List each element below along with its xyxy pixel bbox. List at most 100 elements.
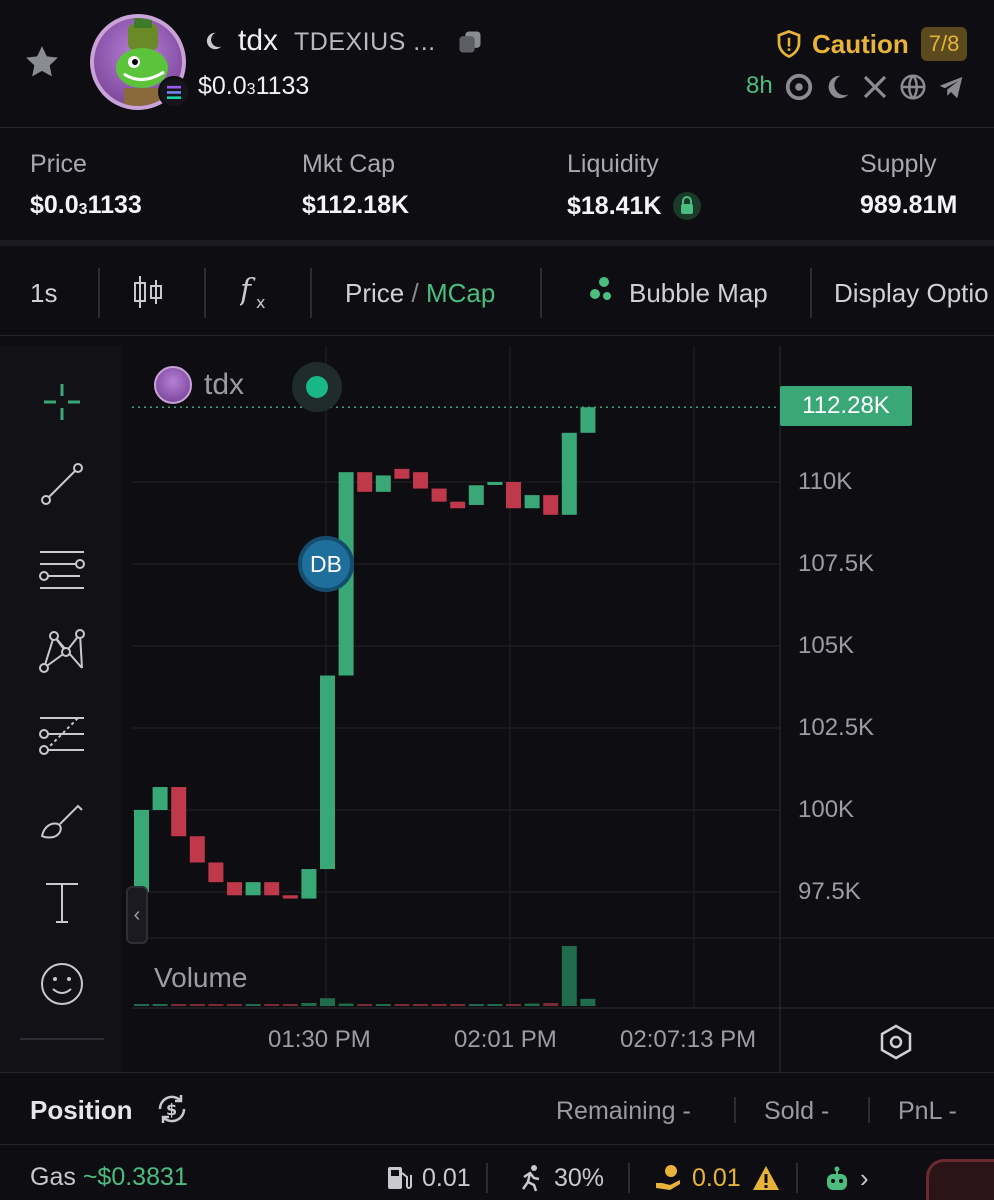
social-links <box>784 72 966 102</box>
remaining-value: Remaining - <box>556 1097 691 1125</box>
token-age: 8h <box>746 72 773 99</box>
gas-label: Gas <box>30 1163 76 1191</box>
chart-settings-icon[interactable] <box>876 1022 916 1062</box>
display-options-button[interactable]: Display Optio <box>834 278 989 309</box>
volume-bar <box>450 1004 466 1006</box>
token-ticker: tdx <box>238 24 279 57</box>
currency-switch-icon[interactable]: $ <box>154 1091 190 1127</box>
volume-bar <box>189 1004 205 1006</box>
token-stats: Price $0.0 3 1133 Mkt Cap $112.18K Liquidi… <box>0 128 994 246</box>
search-icon[interactable] <box>784 72 814 102</box>
price-mcap-toggle[interactable]: Price / MCap <box>345 278 495 309</box>
volume-bar <box>580 998 596 1006</box>
moon-icon[interactable] <box>822 72 852 102</box>
dev-buy-marker[interactable]: DB <box>298 536 354 592</box>
candle <box>413 472 428 489</box>
volume-bar <box>301 1003 317 1006</box>
pattern-tool-icon[interactable] <box>36 624 88 676</box>
candle <box>561 432 577 515</box>
caution-count: 7/8 <box>920 27 968 61</box>
tip-value: 0.01 <box>692 1163 741 1192</box>
candle <box>506 482 521 509</box>
pnl-value: PnL - <box>898 1097 957 1125</box>
y-tick-label: 107.5K <box>798 550 875 577</box>
fibonacci-icon[interactable] <box>36 710 88 762</box>
candlestick-icon[interactable] <box>132 272 164 319</box>
tip-setting[interactable]: 0.01 <box>654 1163 789 1193</box>
text-tool-icon[interactable] <box>36 876 88 928</box>
divider <box>540 268 542 318</box>
mcap-option[interactable]: MCap <box>426 278 495 308</box>
quick-action-button[interactable] <box>926 1159 994 1200</box>
caution-badge[interactable]: Caution 7/8 <box>774 26 968 62</box>
candle <box>152 787 168 810</box>
collapse-tools-button[interactable]: ‹ <box>126 886 148 944</box>
drawing-tools-panel <box>0 346 122 1072</box>
interval-selector[interactable]: 1s <box>30 278 57 309</box>
volume-bar <box>487 1004 503 1006</box>
stat-label: Supply <box>860 150 937 178</box>
trend-line-icon[interactable] <box>36 458 88 510</box>
volume-bar <box>561 946 577 1006</box>
x-logo-icon[interactable] <box>860 72 890 102</box>
stat-value: $112.18K <box>302 191 410 219</box>
chevron-right-icon: › <box>860 1163 869 1193</box>
telegram-icon[interactable] <box>936 72 966 102</box>
volume-bar <box>208 1004 224 1006</box>
volume-bar <box>245 1004 261 1006</box>
candle <box>134 810 149 892</box>
token-header: tdx TDEXIUS ... $0.031133 Caution 7/8 8h <box>0 0 994 128</box>
price-chart[interactable]: tdx 112.28K DB 110K 107.5K 105K 102.5K 1… <box>126 346 994 1072</box>
brush-icon[interactable] <box>36 794 88 846</box>
chart-toolbar: 1s fx Price / MCap Bubble Map Display Op… <box>0 252 994 336</box>
x-tick-label: 01:30 PM <box>268 1026 371 1053</box>
bubble-map-button[interactable]: Bubble Map <box>629 278 768 309</box>
header-price: $0.031133 <box>198 72 310 100</box>
legend-token-avatar <box>154 366 192 404</box>
crosshair-icon[interactable] <box>36 376 88 428</box>
divider <box>486 1163 488 1193</box>
candlesticks <box>134 407 596 899</box>
slippage-setting[interactable]: 30% <box>516 1163 604 1193</box>
gas-value: ~$0.3831 <box>82 1163 188 1191</box>
volume-bar <box>152 1004 168 1006</box>
running-icon <box>516 1163 546 1193</box>
candle <box>431 488 447 502</box>
warning-icon <box>751 1163 781 1193</box>
volume-bar <box>357 1004 373 1006</box>
candle <box>189 836 205 863</box>
divider <box>734 1097 736 1123</box>
globe-icon[interactable] <box>898 72 928 102</box>
volume-bar <box>413 1004 428 1006</box>
divider <box>204 268 206 318</box>
stat-value: 989.81M <box>860 191 958 219</box>
y-tick-label: 100K <box>798 796 855 823</box>
candle <box>487 482 503 485</box>
price-option[interactable]: Price <box>345 278 404 308</box>
live-indicator <box>292 362 342 412</box>
volume-bar <box>320 998 335 1006</box>
divider <box>810 268 812 318</box>
slippage-value: 30% <box>554 1163 605 1192</box>
y-tick-label: 97.5K <box>798 878 861 905</box>
copy-icon[interactable] <box>456 28 484 56</box>
stat-price: Price $0.0 3 1133 <box>30 150 142 220</box>
volume-bar <box>394 1004 410 1006</box>
tip-hand-icon <box>654 1163 684 1193</box>
favorite-star-icon[interactable] <box>22 42 62 82</box>
gas-fee[interactable]: Gas ~$0.3831 <box>30 1163 188 1192</box>
volume-bar <box>171 1004 187 1006</box>
divider <box>868 1097 870 1123</box>
stat-value: $18.41K <box>567 191 702 221</box>
bot-settings[interactable]: › <box>822 1163 869 1194</box>
indicators-fx-icon[interactable]: fx <box>238 272 274 319</box>
divider <box>310 268 312 318</box>
priority-fee[interactable]: 0.01 <box>384 1163 471 1193</box>
emoji-icon[interactable] <box>36 958 88 1010</box>
candle <box>264 882 280 896</box>
lock-icon <box>672 191 702 221</box>
volume-bar <box>375 1004 391 1006</box>
horizontal-lines-icon[interactable] <box>36 542 88 594</box>
shield-warning-icon <box>777 30 801 59</box>
fuel-value: 0.01 <box>422 1163 471 1192</box>
